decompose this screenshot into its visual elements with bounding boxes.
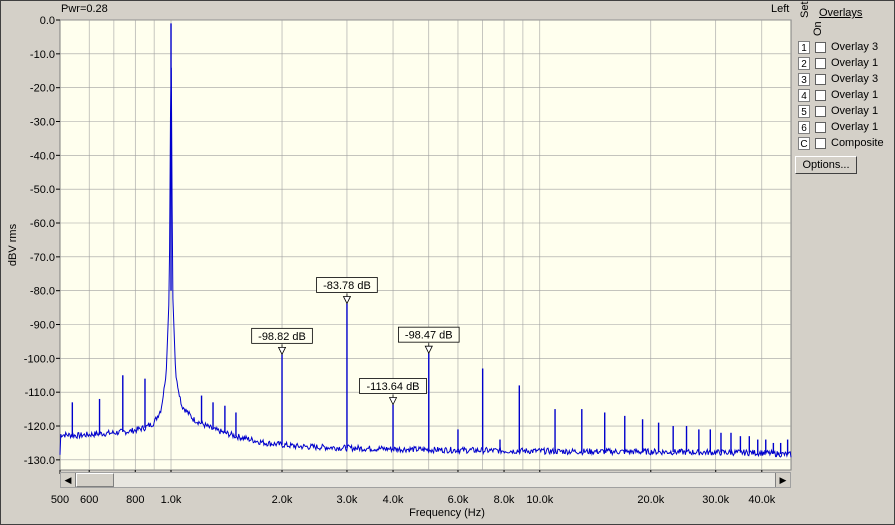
on-column-label: On [812, 21, 824, 36]
overlay-set-button[interactable]: C [798, 137, 810, 150]
overlay-checkbox[interactable] [815, 122, 826, 133]
y-tick-label: -10.0 [30, 49, 55, 61]
y-tick-label: 0.0 [40, 15, 55, 27]
overlay-checkbox[interactable] [815, 74, 826, 85]
overlay-label: Composite [831, 137, 884, 149]
y-tick-label: -120.0 [24, 421, 55, 433]
overlay-row-2: 2 Overlay 1 [795, 56, 893, 72]
overlay-set-button[interactable]: 3 [798, 73, 810, 86]
overlay-label: Overlay 1 [831, 105, 879, 117]
overlay-set-button[interactable]: 5 [798, 105, 810, 118]
y-axis-label: dBV rms [7, 223, 19, 266]
overlay-row-3: 3 Overlay 3 [795, 72, 893, 88]
y-tick-labels: 0.0 -10.0 -20.0 -30.0 -40.0 -50.0 -60.0 -70.0 -8… [24, 15, 55, 467]
marker-label: -98.82 dB [258, 331, 306, 343]
y-tick-label: -60.0 [30, 218, 55, 230]
x-axis-label: Frequency (Hz) [409, 507, 485, 519]
overlay-set-button[interactable]: 1 [798, 41, 810, 54]
x-tick-label: 4.0k [383, 494, 404, 506]
x-tick-label: 30.0k [702, 494, 729, 506]
marker-label: -83.78 dB [323, 280, 371, 292]
x-tick-label: 800 [126, 494, 144, 506]
y-tick-label: -80.0 [30, 286, 55, 298]
overlay-checkbox[interactable] [815, 106, 826, 117]
y-tick-label: -30.0 [30, 117, 55, 129]
overlay-row-6: 6 Overlay 1 [795, 120, 893, 136]
overlay-label: Overlay 1 [831, 57, 879, 69]
overlays-title: Overlays [819, 7, 863, 19]
scroll-thumb[interactable] [76, 473, 114, 487]
y-tick-label: -70.0 [30, 252, 55, 264]
overlay-label: Overlay 1 [831, 89, 879, 101]
y-tick-label: -20.0 [30, 83, 55, 95]
x-tick-label: 6.0k [448, 494, 469, 506]
y-tick-label: -90.0 [30, 320, 55, 332]
marker-label: -98.47 dB [405, 330, 453, 342]
overlay-set-button[interactable]: 4 [798, 89, 810, 102]
overlay-row-4: 4 Overlay 1 [795, 88, 893, 104]
overlay-label: Overlay 3 [831, 41, 879, 53]
x-tick-label: 600 [80, 494, 98, 506]
y-tick-label: -50.0 [30, 184, 55, 196]
overlay-checkbox[interactable] [815, 90, 826, 101]
scroll-right-arrow-icon[interactable]: ▶ [775, 473, 790, 487]
overlay-row-composite: C Composite [795, 136, 893, 152]
set-column-label: Set [799, 1, 811, 18]
overlay-label: Overlay 1 [831, 121, 879, 133]
overlay-set-button[interactable]: 6 [798, 121, 810, 134]
x-tick-label: 8.0k [494, 494, 515, 506]
y-tick-label: -40.0 [30, 150, 55, 162]
scroll-left-arrow-icon[interactable]: ◀ [61, 473, 76, 487]
channel-label: Left [771, 3, 790, 15]
power-readout: Pwr=0.28 [61, 3, 108, 15]
overlay-checkbox[interactable] [815, 58, 826, 69]
x-tick-labels: 500 600 800 1.0k 2.0k 3.0k 4.0k 6.0k 8.0k 10.0k 20… [51, 494, 776, 506]
overlay-checkbox[interactable] [815, 42, 826, 53]
overlay-checkbox[interactable] [815, 138, 826, 149]
y-tick-label: -100.0 [24, 353, 55, 365]
overlays-panel: Set On Overlays 1 Overlay 3 2 Overlay 1 … [795, 1, 893, 174]
x-tick-label: 500 [51, 494, 69, 506]
horizontal-scrollbar[interactable]: ◀ ▶ [60, 472, 791, 488]
options-button[interactable]: Options... [795, 156, 857, 174]
overlays-header: Set On Overlays [795, 1, 893, 40]
overlay-row-5: 5 Overlay 1 [795, 104, 893, 120]
y-tick-label: -110.0 [25, 387, 55, 399]
x-tick-label: 10.0k [526, 494, 553, 506]
x-tick-label: 3.0k [337, 494, 358, 506]
spectrum-chart: 0.0 -10.0 -20.0 -30.0 -40.0 -50.0 -60.0 -70.0 -8… [7, 15, 792, 519]
overlay-list: 1 Overlay 3 2 Overlay 1 3 Overlay 3 4 Ov… [795, 40, 893, 152]
x-tick-label: 1.0k [161, 494, 182, 506]
x-tick-label: 40.0k [748, 494, 775, 506]
x-tick-label: 20.0k [637, 494, 664, 506]
y-tick-label: -130.0 [24, 455, 55, 467]
x-tick-label: 2.0k [272, 494, 293, 506]
marker-label: -113.64 dB [367, 381, 420, 393]
overlay-set-button[interactable]: 2 [798, 57, 810, 70]
overlay-row-1: 1 Overlay 3 [795, 40, 893, 56]
overlay-label: Overlay 3 [831, 73, 879, 85]
